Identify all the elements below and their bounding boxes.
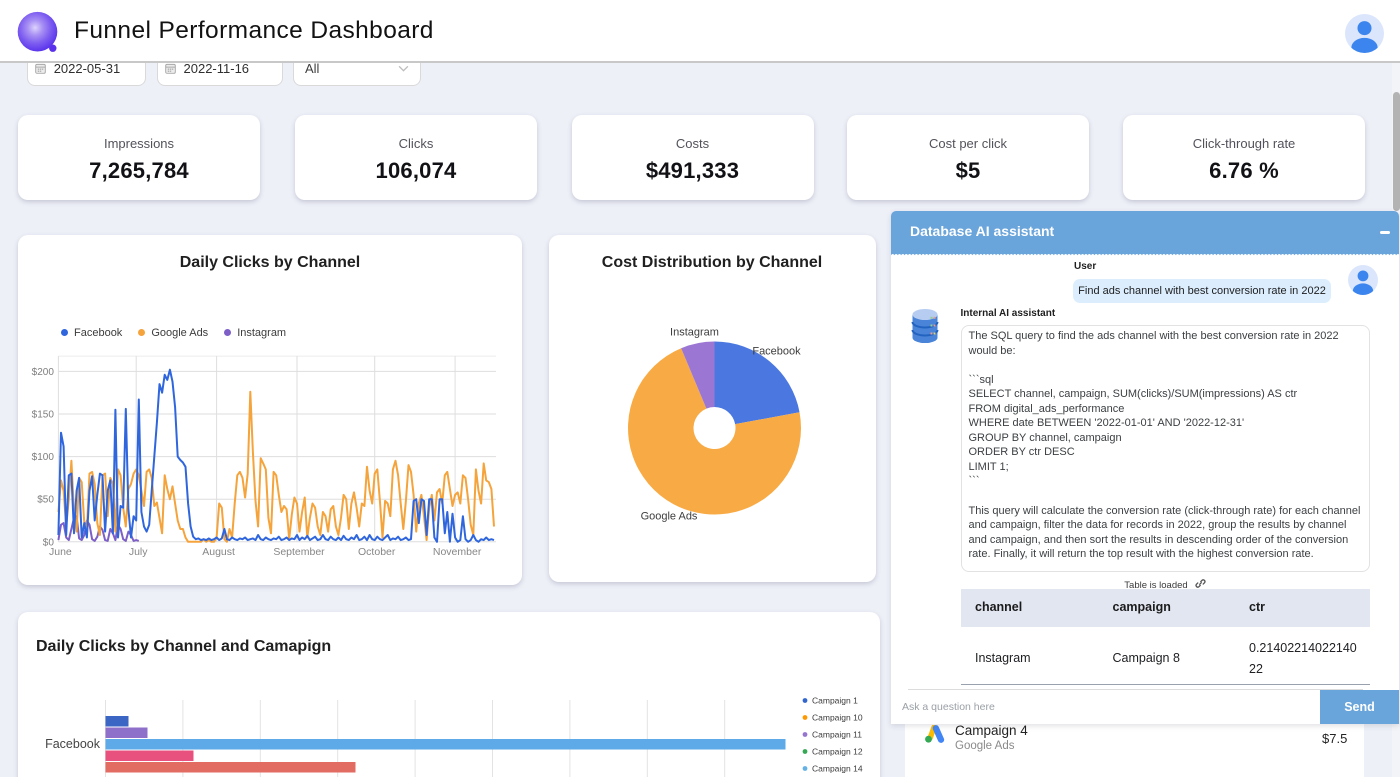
svg-text:Campaign 10: Campaign 10 xyxy=(812,713,863,723)
svg-text:September: September xyxy=(273,545,325,557)
svg-text:Campaign 14: Campaign 14 xyxy=(812,764,863,774)
svg-text:Instagram: Instagram xyxy=(670,326,719,338)
svg-text:Facebook: Facebook xyxy=(45,737,101,751)
svg-text:July: July xyxy=(129,545,148,557)
svg-text:Campaign 12: Campaign 12 xyxy=(812,747,863,757)
svg-text:$200: $200 xyxy=(32,366,55,377)
svg-text:June: June xyxy=(49,545,72,557)
svg-text:November: November xyxy=(433,545,482,557)
svg-text:$50: $50 xyxy=(37,494,54,505)
svg-text:Campaign 1: Campaign 1 xyxy=(812,696,858,706)
svg-text:Google Ads: Google Ads xyxy=(640,510,697,522)
svg-text:October: October xyxy=(358,545,396,557)
svg-text:$150: $150 xyxy=(32,409,55,420)
svg-text:$100: $100 xyxy=(32,452,55,463)
svg-text:August: August xyxy=(202,545,235,557)
svg-text:Campaign 11: Campaign 11 xyxy=(812,730,862,740)
svg-text:Facebook: Facebook xyxy=(752,345,801,357)
